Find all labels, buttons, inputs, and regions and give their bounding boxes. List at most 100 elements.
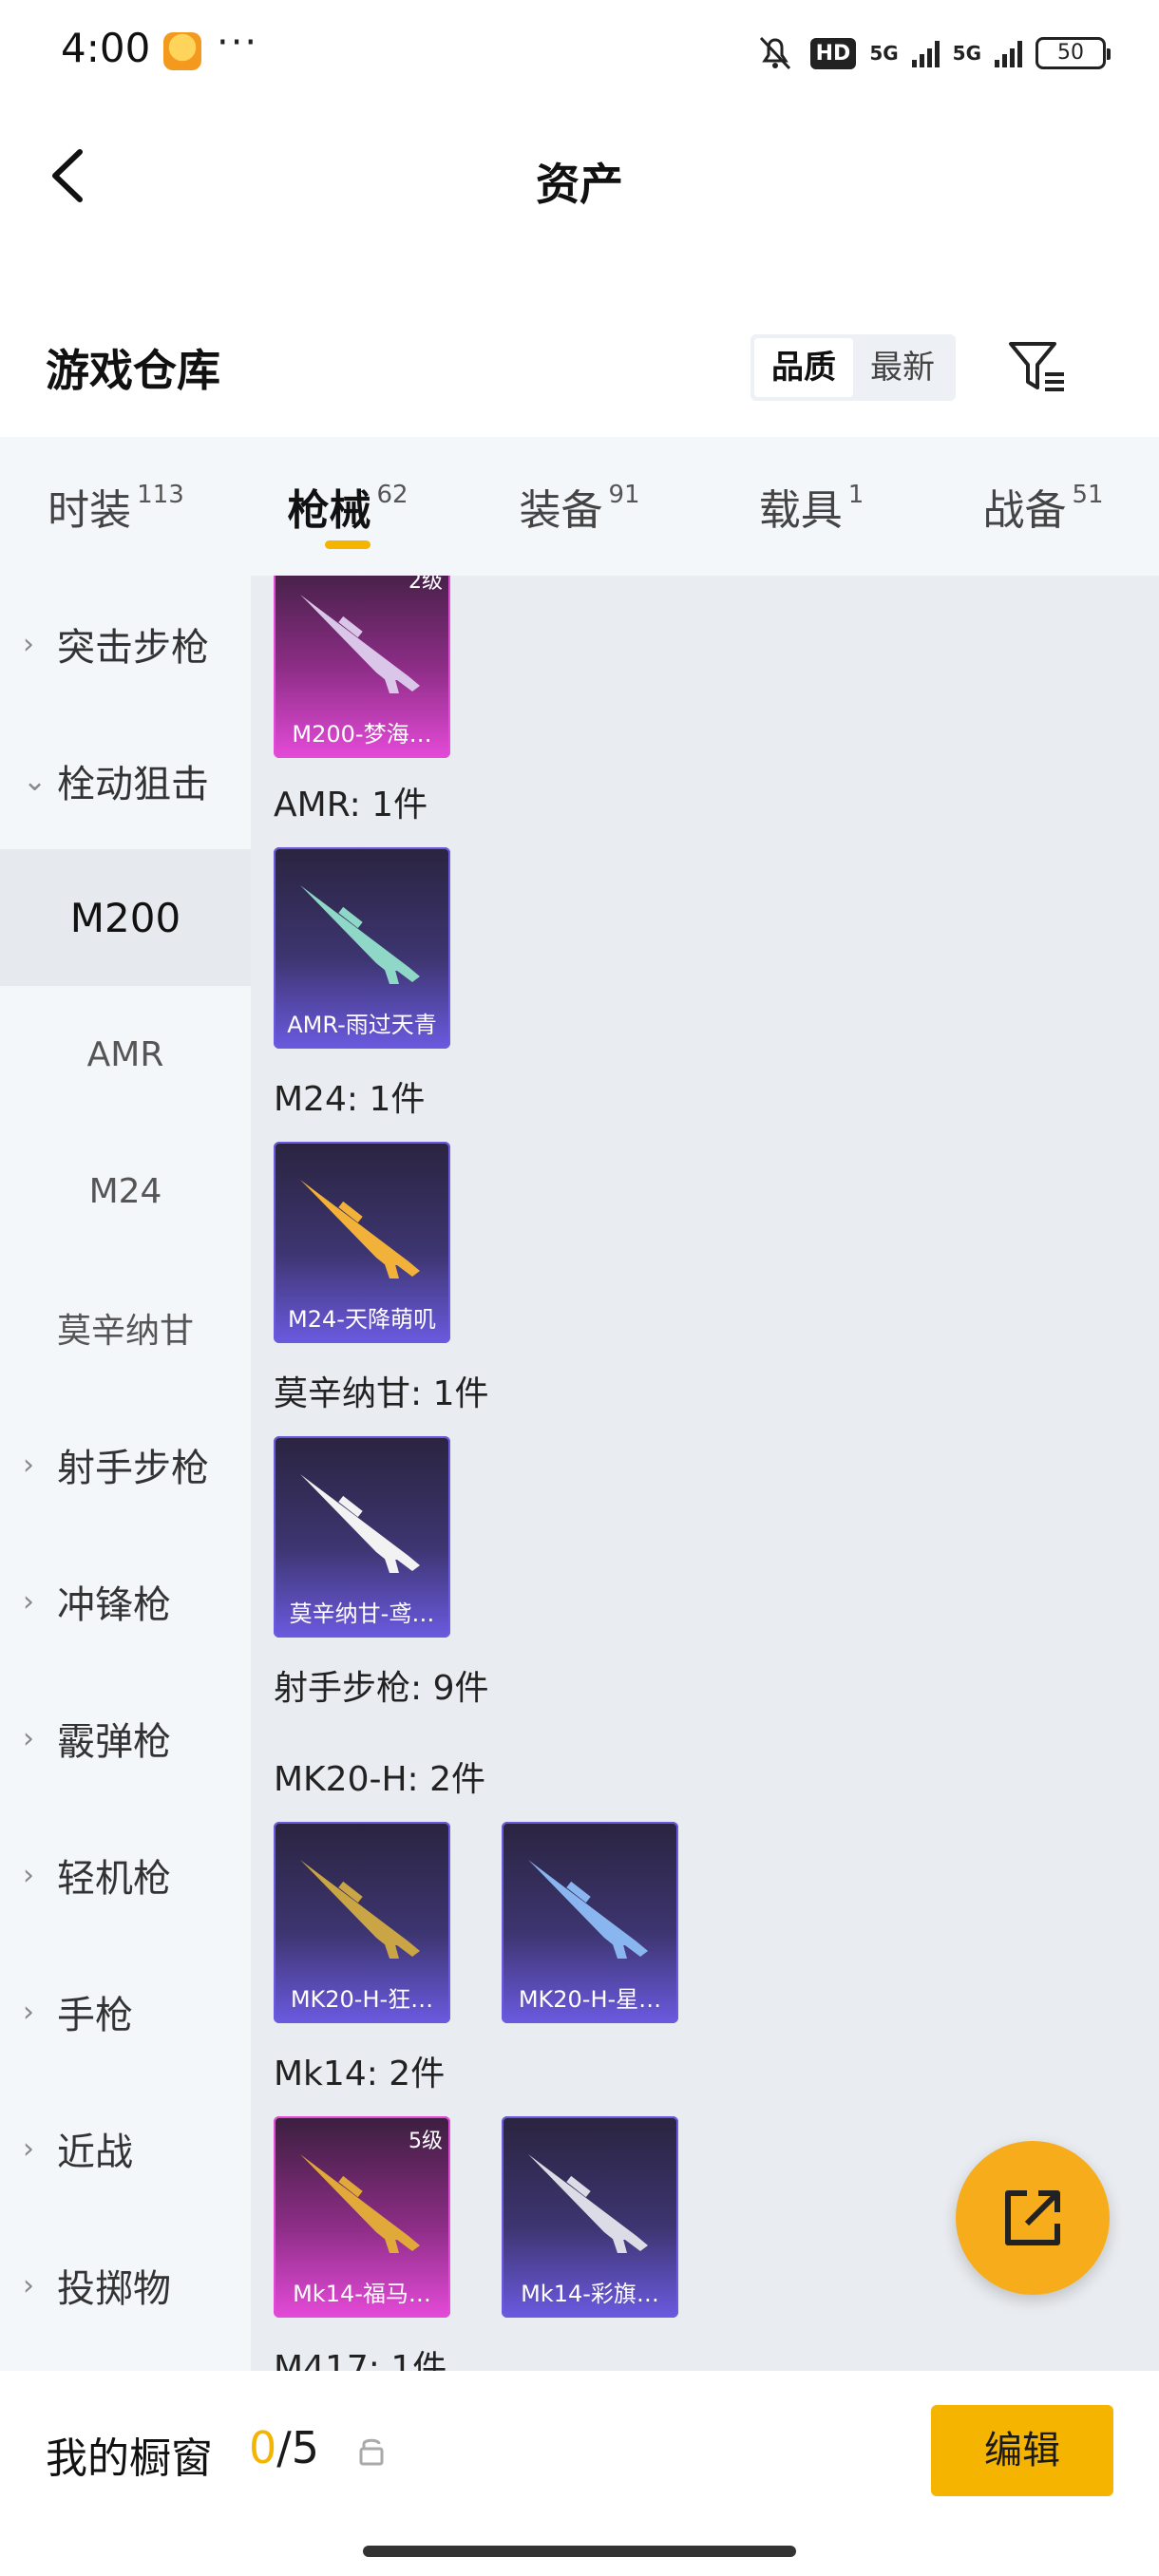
- edit-button[interactable]: 编辑: [931, 2405, 1113, 2496]
- rifle-image: [300, 1860, 420, 1959]
- gun-part: [300, 1860, 420, 1957]
- network-5g-label-2: 5G: [952, 42, 981, 65]
- tab-count: 113: [137, 481, 184, 509]
- card-name: Mk14-福马…: [293, 2281, 431, 2307]
- sidebar-item-throwable[interactable]: › 投掷物: [0, 2217, 251, 2354]
- weapon-card[interactable]: Mk14-彩旗…: [502, 2116, 678, 2318]
- sidebar-item-label: 冲锋枪: [57, 1583, 171, 1627]
- sidebar-item-pistol[interactable]: › 手枪: [0, 1943, 251, 2080]
- sidebar-item-lmg[interactable]: › 轻机枪: [0, 1807, 251, 1943]
- tab-vehicles[interactable]: 载具 1: [695, 437, 927, 576]
- showcase-label: 我的橱窗: [46, 2434, 213, 2483]
- chevron-right-icon: ›: [23, 1995, 34, 2029]
- showcase-bar: 我的橱窗 0/5 编辑: [0, 2371, 1159, 2576]
- sidebar-item-marksman[interactable]: › 射手步枪: [0, 1396, 251, 1533]
- rifle-image: [300, 2154, 420, 2253]
- gun-shape: [300, 1180, 420, 1279]
- showcase-count: 0/5: [249, 2422, 319, 2473]
- card-name: AMR-雨过天青: [287, 1012, 437, 1038]
- rifle-image: [300, 1180, 420, 1279]
- title-bar: 资产: [0, 114, 1159, 237]
- sidebar-item-label: 手枪: [57, 1994, 133, 2037]
- sidebar-item-melee[interactable]: › 近战: [0, 2080, 251, 2217]
- gun-shape: [528, 1860, 648, 1959]
- page-title: 资产: [536, 159, 623, 210]
- tab-count: 51: [1072, 481, 1104, 509]
- weapon-card[interactable]: 5级 Mk14-福马…: [274, 2116, 450, 2318]
- level-badge: 5级: [408, 2130, 443, 2153]
- weapon-card[interactable]: 2级 M200-梦海…: [274, 576, 450, 758]
- tab-equipment[interactable]: 装备 91: [464, 437, 695, 576]
- weapon-card[interactable]: MK20-H-星…: [502, 1822, 678, 2023]
- tab-supplies[interactable]: 战备 51: [927, 437, 1159, 576]
- card-name: M200-梦海…: [292, 721, 432, 748]
- chevron-right-icon: ›: [23, 627, 34, 661]
- sort-newest[interactable]: 最新: [853, 338, 952, 397]
- sidebar-item-label: 突击步枪: [57, 626, 209, 670]
- sidebar-item-assault-rifle[interactable]: › 突击步枪: [0, 576, 251, 712]
- card-name: 莫辛纳甘-鸢…: [289, 1601, 435, 1627]
- weapon-content: 2级 M200-梦海… AMR: 1件 AMR-雨过天青 M24: 1件 M24…: [251, 576, 1159, 2371]
- signal-icon-2: [995, 39, 1022, 67]
- gun-part: [528, 1860, 648, 1957]
- weapon-card[interactable]: 莫辛纳甘-鸢…: [274, 1436, 450, 1638]
- gun-part: [300, 595, 420, 691]
- sidebar-sub-m24[interactable]: M24: [0, 1123, 251, 1260]
- mute-bell-icon: [759, 36, 790, 70]
- chevron-right-icon: ›: [23, 2268, 34, 2302]
- signal-icon: [911, 39, 940, 67]
- group-label: AMR: 1件: [274, 786, 428, 824]
- group-label: Mk14: 2件: [274, 2055, 446, 2093]
- showcase-current: 0: [249, 2422, 277, 2473]
- weapon-card[interactable]: M24-天降萌叽: [274, 1142, 450, 1343]
- sidebar-item-label: 射手步枪: [57, 1447, 209, 1490]
- gun-part: [300, 2154, 420, 2251]
- sort-quality[interactable]: 品质: [754, 338, 853, 397]
- sidebar-item-bolt-sniper[interactable]: ⌄ 栓动狙击: [0, 712, 251, 849]
- group-label: M417: 1件: [274, 2349, 447, 2371]
- weapon-card[interactable]: AMR-雨过天青: [274, 847, 450, 1049]
- gun-shape: [300, 595, 420, 693]
- sidebar-sub-amr[interactable]: AMR: [0, 986, 251, 1123]
- chevron-right-icon: ›: [23, 1584, 34, 1619]
- sidebar-item-smg[interactable]: › 冲锋枪: [0, 1533, 251, 1670]
- gun-shape: [300, 1474, 420, 1573]
- filter-icon: [1009, 342, 1064, 391]
- rifle-image: [300, 885, 420, 984]
- rifle-image: [300, 595, 420, 693]
- sidebar-sub-mosin[interactable]: 莫辛纳甘: [0, 1260, 251, 1396]
- filter-button[interactable]: [1003, 332, 1072, 401]
- sidebar-item-label: 栓动狙击: [57, 763, 209, 806]
- gun-shape: [300, 2154, 420, 2253]
- tab-count: 62: [376, 481, 408, 509]
- tab-label: 枪械: [287, 486, 371, 535]
- rifle-image: [528, 1860, 648, 1959]
- weapon-card[interactable]: MK20-H-狂…: [274, 1822, 450, 2023]
- sort-toggle: 品质 最新: [750, 334, 956, 401]
- status-icons: HD 5G 5G 50: [753, 32, 1111, 74]
- chevron-right-icon: ›: [23, 1858, 34, 1892]
- category-tabs: 时装 113 枪械 62 装备 91 载具 1 战备 51: [0, 437, 1159, 576]
- rifle-image: [300, 1474, 420, 1573]
- chevron-down-icon: ⌄: [23, 764, 48, 798]
- level-badge: 2级: [408, 576, 443, 594]
- sidebar-sub-m200[interactable]: M200: [0, 849, 251, 986]
- share-fab[interactable]: [956, 2141, 1110, 2295]
- home-indicator[interactable]: [363, 2546, 796, 2557]
- sidebar-item-label: 霰弹枪: [57, 1720, 171, 1764]
- gun-shape: [300, 885, 420, 984]
- chevron-right-icon: ›: [23, 1721, 34, 1755]
- status-time: 4:00: [61, 25, 151, 71]
- tab-firearms[interactable]: 枪械 62: [232, 437, 464, 576]
- active-tab-indicator: [325, 540, 370, 549]
- group-label: 莫辛纳甘: 1件: [274, 1374, 489, 1413]
- sidebar-item-shotgun[interactable]: › 霰弹枪: [0, 1670, 251, 1807]
- tab-label: 战备: [982, 486, 1067, 535]
- tab-label: 装备: [519, 486, 603, 535]
- gun-part: [528, 2154, 648, 2251]
- chevron-right-icon: ›: [23, 1448, 34, 1482]
- hd-voice-icon: HD: [809, 37, 857, 69]
- sidebar-item-label: 轻机枪: [57, 1857, 171, 1901]
- tab-fashion[interactable]: 时装 113: [0, 437, 232, 576]
- showcase-total: /5: [276, 2422, 320, 2473]
